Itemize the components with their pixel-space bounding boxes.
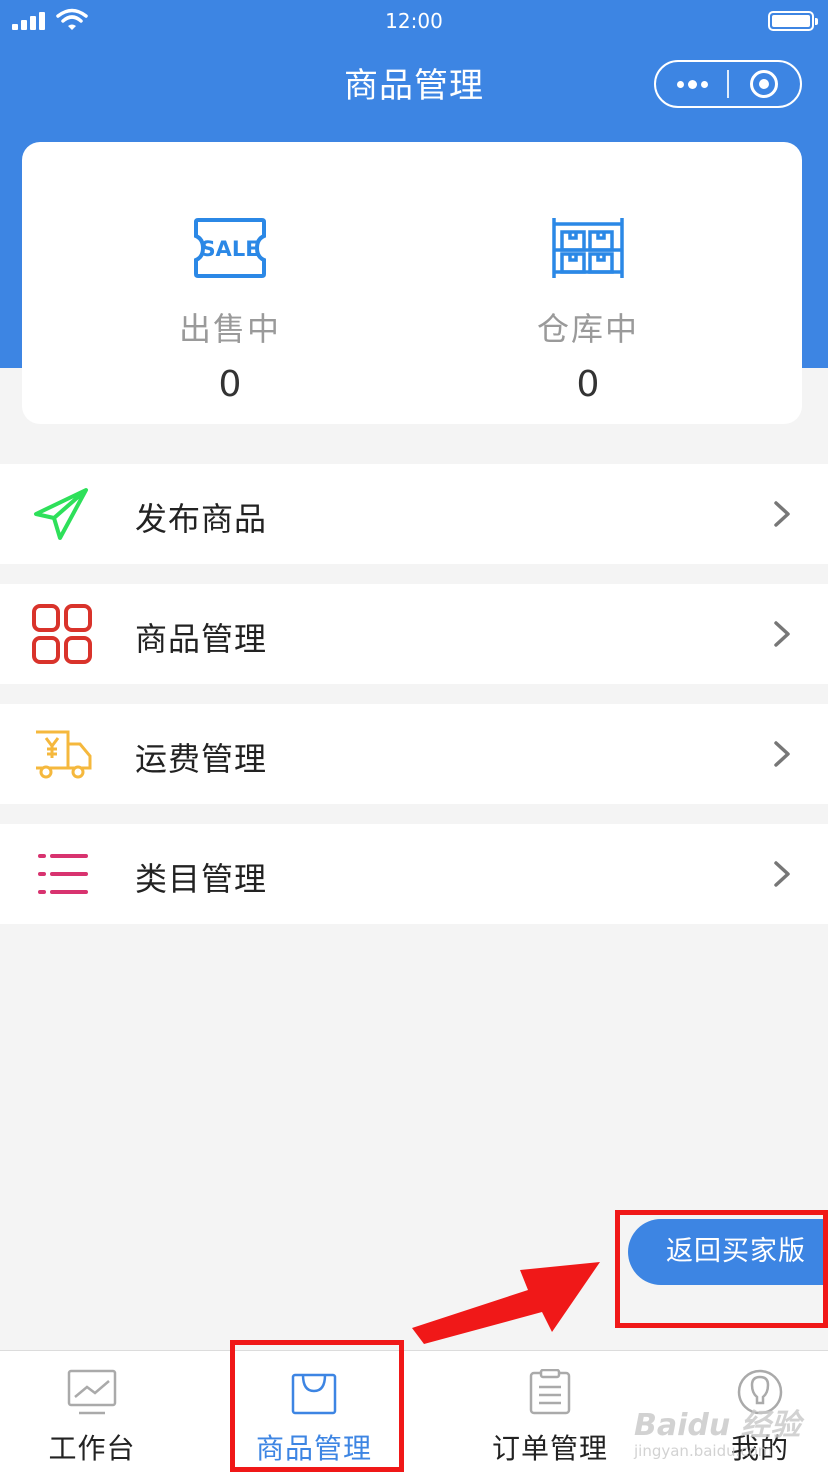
menu-item-publish-goods[interactable]: 发布商品 xyxy=(0,464,828,564)
menu-item-label: 发布商品 xyxy=(135,500,268,538)
chevron-right-icon xyxy=(774,501,790,527)
tab-label: 工作台 xyxy=(48,1432,136,1465)
battery-icon xyxy=(768,11,818,31)
dashboard-chart-icon xyxy=(67,1369,117,1415)
stats-card: SALE 出售中 0 仓库中 0 xyxy=(22,142,802,424)
stat-value: 0 xyxy=(576,364,600,405)
sale-tag-icon: SALE xyxy=(194,218,266,278)
stat-value: 0 xyxy=(218,364,242,405)
stat-label: 出售中 xyxy=(178,310,281,348)
watermark: Baidu 经验 jingyan.baidu.com xyxy=(634,1380,828,1472)
mini-program-capsule xyxy=(654,60,802,108)
menu-item-label: 类目管理 xyxy=(135,860,268,898)
annotation-highlight-back-button xyxy=(615,1210,828,1328)
sale-tag-text: SALE xyxy=(200,237,259,261)
stat-in-warehouse[interactable]: 仓库中 0 xyxy=(438,142,738,424)
order-clipboard-icon xyxy=(529,1369,571,1415)
watermark-brand: Baidu 经验 xyxy=(634,1408,801,1443)
menu-item-shipping-fee[interactable]: 运费管理 xyxy=(0,704,828,804)
annotation-arrow xyxy=(412,1262,600,1344)
watermark-url: jingyan.baidu.com xyxy=(634,1442,773,1460)
more-options-icon[interactable] xyxy=(656,62,728,106)
menu-item-label: 商品管理 xyxy=(135,620,268,658)
paper-plane-icon xyxy=(34,488,88,540)
stat-label: 仓库中 xyxy=(536,310,639,348)
chevron-right-icon xyxy=(774,861,790,887)
capsule-divider xyxy=(727,70,729,98)
stat-on-sale[interactable]: SALE 出售中 0 xyxy=(80,142,380,424)
status-bar: 12:00 xyxy=(0,0,828,40)
chevron-right-icon xyxy=(774,621,790,647)
tab-dashboard[interactable]: 工作台 xyxy=(32,1351,152,1472)
delivery-truck-icon xyxy=(36,730,92,779)
close-mini-program-icon[interactable] xyxy=(750,70,778,98)
list-icon xyxy=(38,854,88,894)
menu-item-category-management[interactable]: 类目管理 xyxy=(0,824,828,924)
annotation-highlight-goods-tab xyxy=(230,1340,404,1472)
status-time: 12:00 xyxy=(385,9,443,33)
chevron-right-icon xyxy=(774,741,790,767)
menu-item-label: 运费管理 xyxy=(135,740,268,778)
tab-order-management[interactable]: 订单管理 xyxy=(490,1351,610,1472)
warehouse-shelf-icon xyxy=(552,218,624,278)
grid-squares-icon xyxy=(32,604,92,664)
tab-label: 订单管理 xyxy=(491,1432,608,1465)
menu-item-goods-management[interactable]: 商品管理 xyxy=(0,584,828,684)
